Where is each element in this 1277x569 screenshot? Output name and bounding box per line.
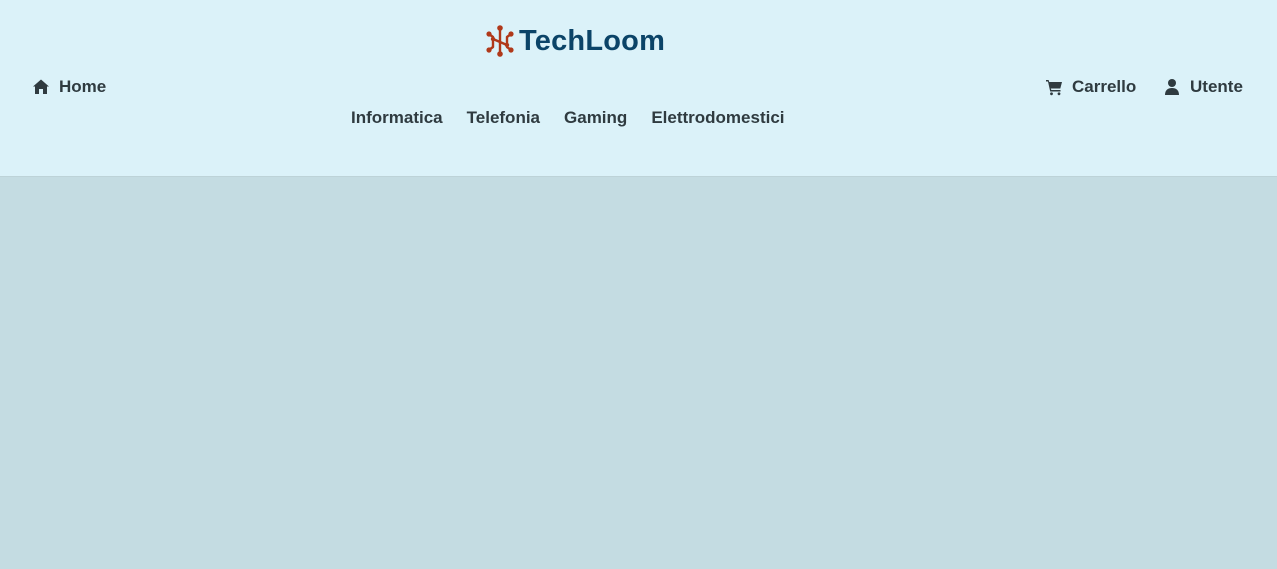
main-content-area (0, 177, 1277, 569)
site-header: TechLoom Home Informatica Telefonia Gami… (0, 0, 1277, 177)
user-link[interactable]: Utente (1163, 77, 1243, 97)
category-informatica[interactable]: Informatica (351, 108, 443, 128)
cart-label: Carrello (1072, 77, 1137, 96)
category-gaming[interactable]: Gaming (564, 108, 627, 128)
home-label: Home (59, 77, 107, 96)
category-nav: Informatica Telefonia Gaming Elettrodome… (351, 108, 785, 128)
user-icon (1163, 78, 1181, 96)
brand-name: TechLoom (519, 25, 666, 57)
category-elettrodomestici[interactable]: Elettrodomestici (651, 108, 784, 128)
category-telefonia[interactable]: Telefonia (467, 108, 540, 128)
network-nodes-icon (485, 25, 515, 57)
brand-logo-link[interactable]: TechLoom (485, 23, 665, 59)
home-link[interactable]: Home (32, 77, 106, 97)
home-icon (32, 78, 50, 96)
cart-link[interactable]: Carrello (1045, 77, 1136, 97)
cart-icon (1045, 78, 1063, 96)
user-label: Utente (1190, 77, 1243, 96)
